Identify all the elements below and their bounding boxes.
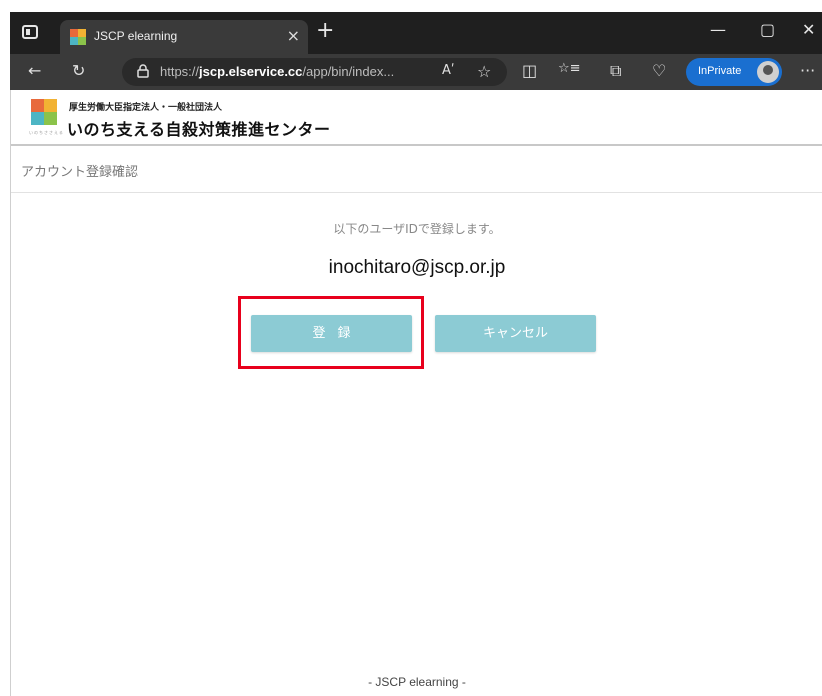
back-icon[interactable]: ← [28,61,41,80]
tab-title: JSCP elearning [94,29,178,43]
browser-essentials-icon[interactable]: ♡ [652,61,666,80]
new-tab-button[interactable]: + [316,20,334,42]
browser-tab[interactable]: JSCP elearning × [60,20,308,54]
site-header: いのちささえる 厚生労働大臣指定法人・一般社団法人 いのち支える自殺対策推進セン… [11,90,822,146]
url-prefix: https:// [160,64,200,79]
site-logo[interactable] [31,99,57,125]
footer-text: - JSCP elearning - [368,675,466,689]
site-favicon-icon [70,29,86,45]
close-window-button[interactable]: ✕ [802,20,815,39]
browser-tab-bar: JSCP elearning × + — ▢ ✕ [10,12,822,54]
lock-icon[interactable] [136,64,150,78]
user-id-value: inochitaro@jscp.or.jp [328,257,506,278]
favorites-list-icon[interactable]: ☆≡ [558,61,581,76]
inprivate-badge[interactable]: InPrivate [686,58,782,86]
collections-icon[interactable]: ⧉ [610,61,621,81]
page-title: アカウント登録確認 [21,165,139,180]
settings-menu-icon[interactable]: ··· [800,61,815,80]
url-text[interactable]: https://jscp.elservice.cc/app/bin/index.… [160,64,394,79]
browser-toolbar: ← ↻ https://jscp.elservice.cc/app/bin/in… [10,54,822,90]
profile-avatar[interactable] [757,61,779,83]
maximize-button[interactable]: ▢ [760,20,775,39]
favorite-star-icon[interactable]: ☆ [477,62,491,81]
reload-icon[interactable]: ↻ [72,61,85,80]
logo-caption: いのちささえる [29,130,64,135]
url-domain: jscp.elservice.cc [199,64,303,79]
web-page: いのちささえる 厚生労働大臣指定法人・一般社団法人 いのち支える自殺対策推進セン… [10,90,822,696]
minimize-button[interactable]: — [710,20,726,39]
address-bar[interactable]: https://jscp.elservice.cc/app/bin/index.… [122,58,507,86]
tab-close-icon[interactable]: × [287,26,300,45]
tab-actions-icon[interactable] [22,25,38,39]
split-screen-icon[interactable]: ◫ [522,61,537,80]
cancel-button[interactable]: キャンセル [435,315,596,352]
org-name: いのち支える自殺対策推進センター [67,120,331,139]
inprivate-label: InPrivate [698,65,742,77]
register-button[interactable]: 登録 [251,315,412,352]
read-aloud-icon[interactable]: Aʹ [442,63,455,78]
page-title-bar: アカウント登録確認 [11,148,822,193]
url-path: /app/bin/index... [302,64,395,79]
confirmation-message: 以下のユーザIDで登録します。 [333,222,501,236]
org-designation: 厚生労働大臣指定法人・一般社団法人 [69,103,223,113]
